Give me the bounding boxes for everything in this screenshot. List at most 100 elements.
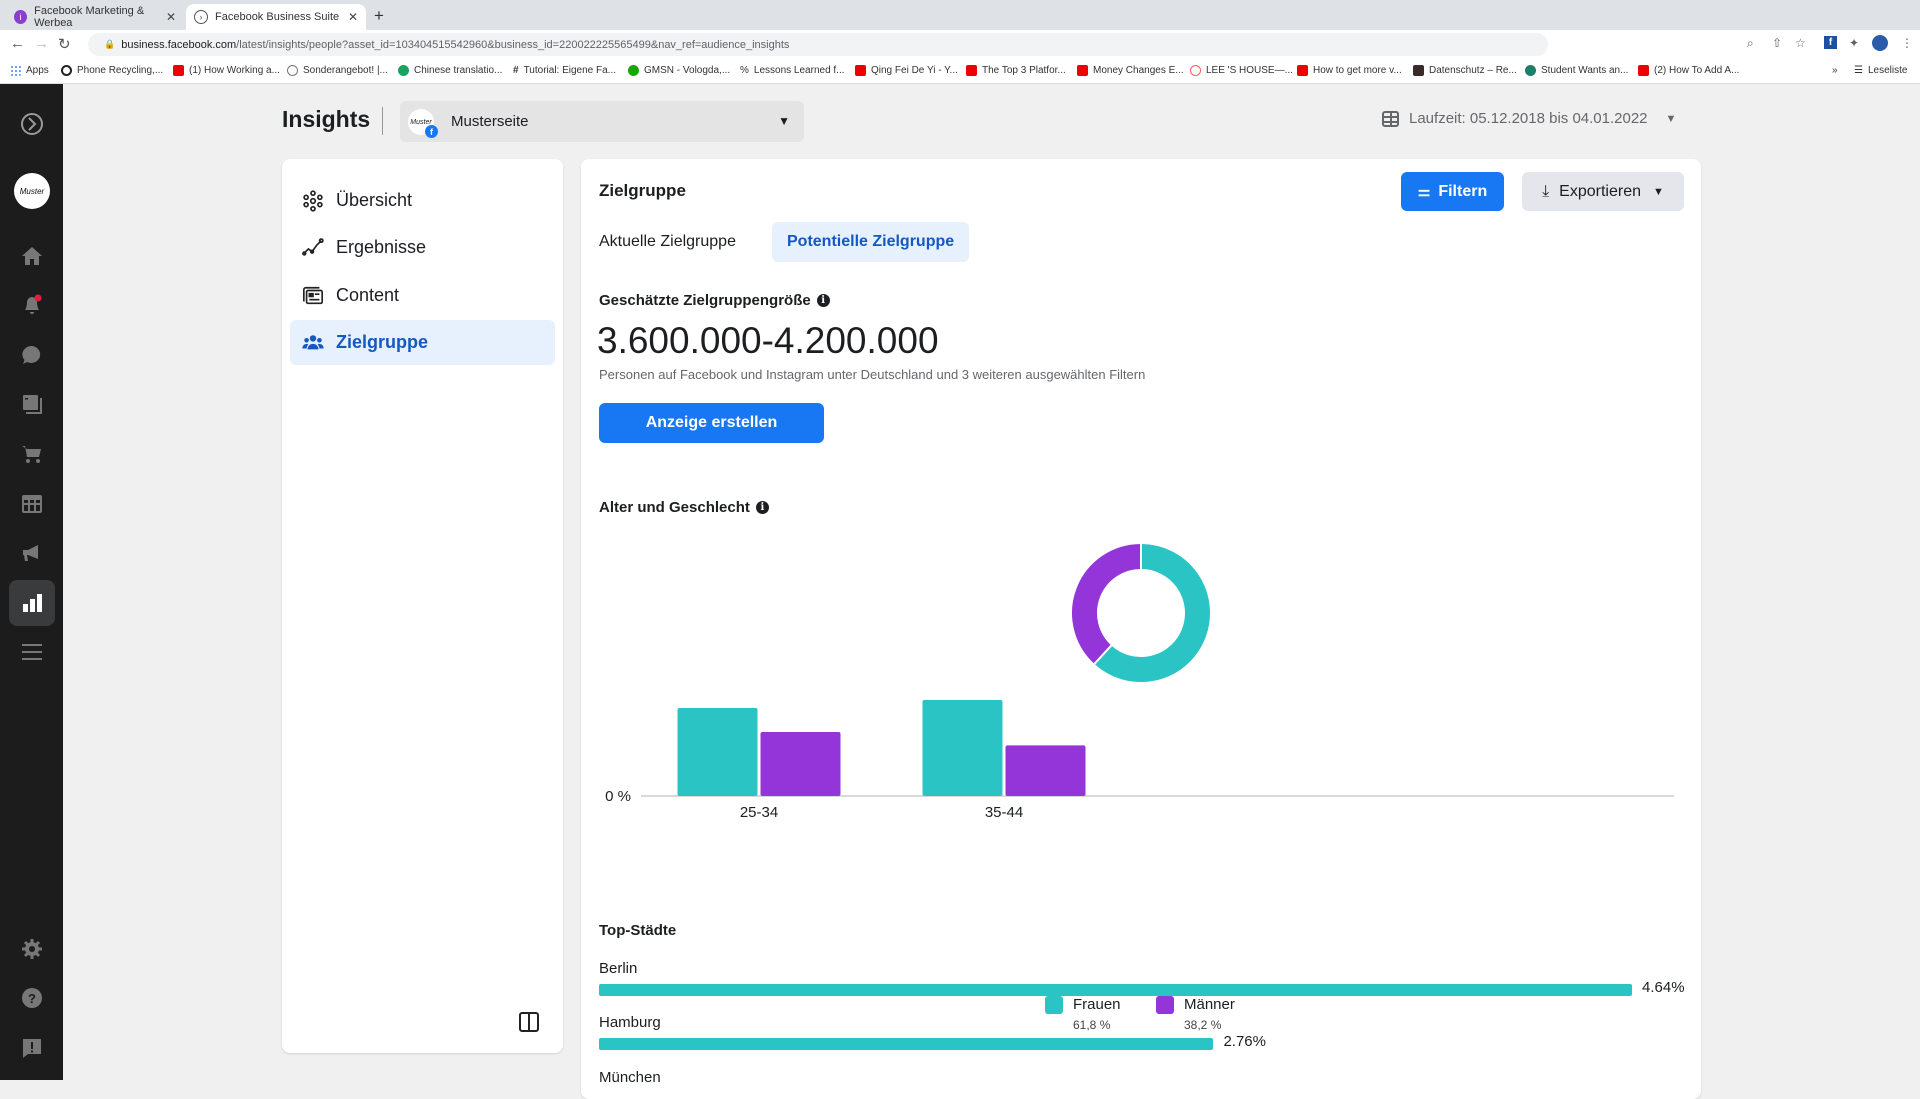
facebook-extension-icon[interactable]: f <box>1824 36 1837 49</box>
nav-item-overview[interactable]: Übersicht <box>290 178 555 223</box>
export-button[interactable]: ⤓ Exportieren ▼ <box>1522 172 1684 211</box>
hash-icon: # <box>513 65 519 76</box>
back-icon[interactable]: ← <box>10 35 25 52</box>
reading-list-button[interactable]: ☰ Leseliste <box>1854 65 1907 76</box>
bookmark-item[interactable]: How to get more v... <box>1297 65 1402 76</box>
svg-text:?: ? <box>28 991 36 1006</box>
bookmark-item[interactable]: Datenschutz – Re... <box>1413 65 1517 76</box>
percent-icon: % <box>740 65 749 76</box>
inbox-icon[interactable] <box>12 335 52 375</box>
tab-current-audience[interactable]: Aktuelle Zielgruppe <box>584 222 751 262</box>
calendar-icon <box>1382 110 1399 127</box>
settings-icon[interactable] <box>12 929 52 969</box>
youtube-icon <box>1638 65 1649 76</box>
bookmark-item[interactable]: Phone Recycling,... <box>61 65 163 76</box>
age-gender-title: Alter und Geschlecht <box>599 499 750 516</box>
download-icon: ⤓ <box>1542 182 1550 200</box>
url-host: business.facebook.com <box>121 38 237 51</box>
city-bar <box>599 984 1632 996</box>
city-percentage: 4.64% <box>1642 979 1685 996</box>
browser-tab[interactable]: i Facebook Marketing & Werbea ✕ <box>6 4 184 30</box>
shop-icon[interactable] <box>12 434 52 474</box>
ads-icon[interactable] <box>12 533 52 573</box>
bookmark-item[interactable]: Chinese translatio... <box>398 65 502 76</box>
airbnb-icon <box>1190 65 1201 76</box>
x-tick-label: 25-34 <box>740 804 778 821</box>
site-icon <box>1413 65 1424 76</box>
new-tab-icon[interactable]: + <box>374 6 384 26</box>
insights-icon[interactable] <box>9 580 55 626</box>
share-icon[interactable]: ⇧ <box>1772 36 1782 50</box>
bookmarks-bar: Apps Phone Recycling,... (1) How Working… <box>0 59 1920 84</box>
notifications-icon[interactable] <box>12 285 52 325</box>
city-bar <box>599 1038 1214 1050</box>
bookmark-item[interactable]: (1) How Working a... <box>173 65 280 76</box>
reload-icon[interactable]: ↻ <box>58 35 71 53</box>
bar-25-34-frauen <box>677 708 758 796</box>
age-gender-chart: 0 % 25-34 35-44 Frauen 61,8 % Männer 38,2 … <box>581 519 1701 1039</box>
create-ad-button[interactable]: Anzeige erstellen <box>599 403 824 443</box>
zoom-icon[interactable]: ⌕ <box>1747 36 1754 51</box>
results-icon <box>302 237 324 256</box>
lock-icon: 🔒 <box>104 39 116 49</box>
date-range-label: Laufzeit: 05.12.2018 bis 04.01.2022 <box>1409 110 1648 127</box>
nav-item-results[interactable]: Ergebnisse <box>290 225 555 270</box>
create-ad-label: Anzeige erstellen <box>645 414 778 431</box>
url-input[interactable]: 🔒 business.facebook.com/latest/insights/… <box>88 33 1548 56</box>
bookmark-item[interactable]: Money Changes E... <box>1077 65 1184 76</box>
bookmark-item[interactable]: Qing Fei De Yi - Y... <box>855 65 958 76</box>
city-name: Berlin <box>599 960 638 977</box>
youtube-icon <box>1297 65 1308 76</box>
audience-size-title: Geschätzte Zielgruppengröße <box>599 292 811 309</box>
bookmark-item[interactable]: % Lessons Learned f... <box>740 65 845 76</box>
bookmark-item[interactable]: LEE 'S HOUSE—... <box>1190 65 1293 76</box>
home-icon[interactable] <box>12 236 52 276</box>
city-name: Hamburg <box>599 1014 661 1031</box>
bookmark-label: Sonderangebot! |... <box>303 65 388 76</box>
page-selector-dropdown[interactable]: Muster f Musterseite ▼ <box>400 101 804 142</box>
audience-icon <box>302 334 324 349</box>
tab-label: Aktuelle Zielgruppe <box>599 233 736 250</box>
browser-menu-icon[interactable]: ⋮ <box>1901 36 1913 50</box>
planner-icon[interactable] <box>12 484 52 524</box>
chart-svg: 0 % 25-34 35-44 <box>605 541 1674 821</box>
bookmark-label: Datenschutz – Re... <box>1429 65 1517 76</box>
business-suite-logo-icon[interactable] <box>12 104 52 144</box>
bookmark-item[interactable]: (2) How To Add A... <box>1638 65 1739 76</box>
nav-item-content[interactable]: Content <box>290 273 555 318</box>
info-icon[interactable]: i <box>755 501 769 514</box>
menu-icon[interactable] <box>12 632 52 672</box>
bookmark-label: Lessons Learned f... <box>753 65 845 76</box>
browser-tab-active[interactable]: › Facebook Business Suite ✕ <box>186 4 366 30</box>
bookmark-item[interactable]: # Tutorial: Eigene Fa... <box>513 65 616 76</box>
more-bookmarks-button[interactable]: » <box>1832 65 1838 76</box>
bookmark-label: (2) How To Add A... <box>1654 65 1740 76</box>
bookmark-apps[interactable]: Apps <box>10 65 49 76</box>
help-icon[interactable]: ? <box>12 978 52 1018</box>
collapse-sidebar-icon[interactable] <box>519 1012 539 1032</box>
bookmark-star-icon[interactable]: ☆ <box>1795 36 1806 50</box>
nav-item-audience[interactable]: Zielgruppe <box>290 320 555 365</box>
bookmark-label: The Top 3 Platfor... <box>982 65 1066 76</box>
bookmark-item[interactable]: GMSN - Vologda,... <box>628 65 730 76</box>
legend-percentage: 61,8 % <box>1073 1018 1111 1032</box>
bookmark-item[interactable]: Sonderangebot! |... <box>287 65 388 76</box>
info-icon[interactable]: i <box>816 294 830 307</box>
feedback-icon[interactable] <box>12 1028 52 1068</box>
tab-potential-audience[interactable]: Potentielle Zielgruppe <box>772 222 970 262</box>
filter-button[interactable]: ⚌ Filtern <box>1401 172 1504 211</box>
close-tab-icon[interactable]: ✕ <box>348 10 358 24</box>
donut-slice-männer <box>1070 541 1142 667</box>
forward-icon[interactable]: → <box>34 35 49 52</box>
more-bookmarks-icon: » <box>1832 65 1838 76</box>
chevron-down-icon: ▼ <box>1653 185 1664 198</box>
close-tab-icon[interactable]: ✕ <box>166 10 176 24</box>
profile-avatar-icon[interactable] <box>1872 35 1888 51</box>
chevron-down-icon: ▼ <box>1665 112 1677 125</box>
extensions-icon[interactable]: ✦ <box>1849 36 1859 50</box>
page-avatar-icon[interactable]: Muster <box>12 171 52 211</box>
bookmark-item[interactable]: Student Wants an... <box>1525 65 1628 76</box>
bookmark-item[interactable]: The Top 3 Platfor... <box>966 65 1066 76</box>
posts-icon[interactable] <box>12 384 52 424</box>
date-range-picker[interactable]: Laufzeit: 05.12.2018 bis 04.01.2022 ▼ <box>1382 110 1676 127</box>
